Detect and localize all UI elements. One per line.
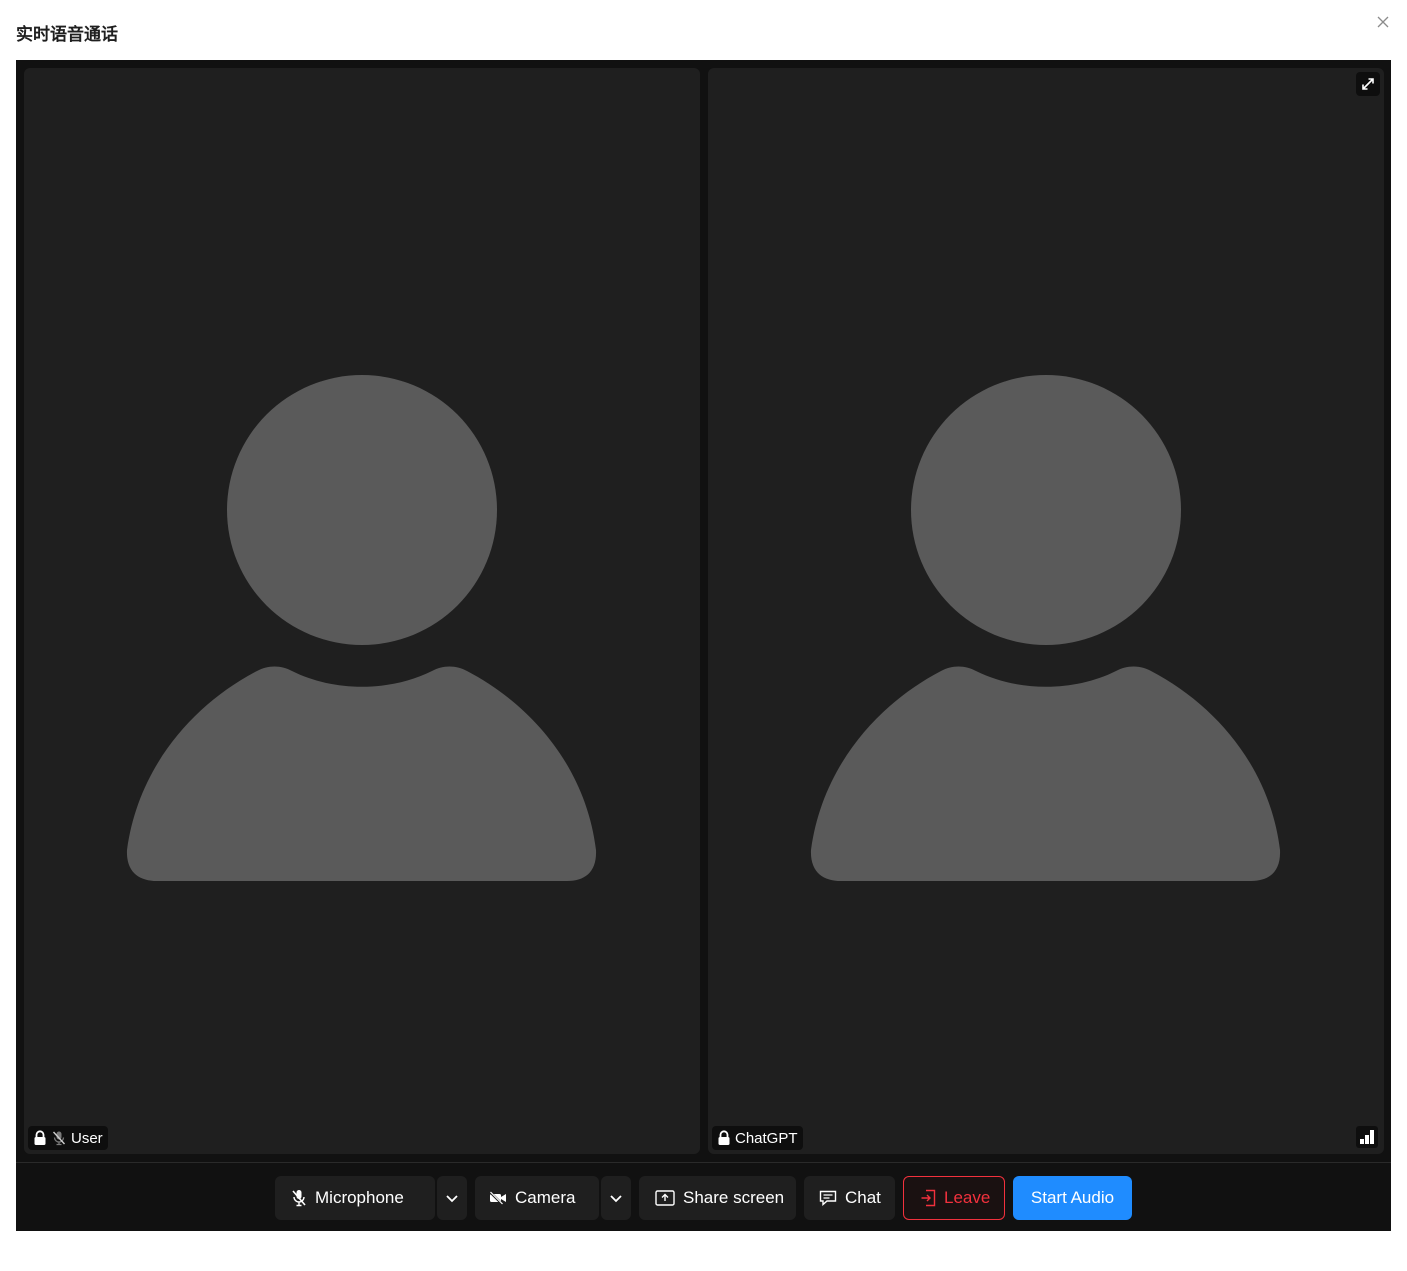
microphone-button[interactable]: Microphone [275,1176,435,1220]
camera-off-icon [489,1191,506,1205]
focus-toggle-button[interactable] [1356,72,1380,96]
leave-label: Leave [944,1188,991,1207]
participant-metadata: ChatGPT [712,1126,803,1150]
video-conference-room: User ChatGPT Microphone Camera Share scr… [16,60,1391,1231]
microphone-label: Microphone [315,1188,404,1207]
lock-icon [718,1130,730,1145]
leave-button[interactable]: Leave [903,1176,1005,1220]
chevron-down-icon [610,1195,622,1203]
microphone-device-menu-button[interactable] [437,1176,467,1220]
leave-icon [921,1189,936,1207]
connection-quality-icon [1360,1130,1374,1144]
participant-name: User [71,1129,103,1147]
share-screen-button[interactable]: Share screen [639,1176,796,1220]
connection-quality-indicator [1356,1126,1378,1148]
microphone-off-icon [52,1131,66,1146]
lock-icon [34,1130,46,1145]
participant-name: ChatGPT [735,1129,798,1147]
camera-button[interactable]: Camera [475,1176,599,1220]
chat-label: Chat [845,1188,881,1207]
microphone-off-icon [292,1190,306,1207]
control-bar: Microphone Camera Share screen Chat Leav… [16,1162,1391,1231]
chevron-down-icon [446,1195,458,1203]
microphone-control-group: Microphone [275,1176,467,1220]
avatar-placeholder-icon [126,375,597,881]
chat-button[interactable]: Chat [804,1176,895,1220]
camera-control-group: Camera [475,1176,631,1220]
camera-label: Camera [515,1188,576,1207]
participant-tile-chatgpt[interactable]: ChatGPT [708,68,1384,1154]
participant-metadata: User [28,1126,108,1150]
start-audio-label: Start Audio [1030,1188,1115,1207]
camera-device-menu-button[interactable] [601,1176,631,1220]
modal-title: 实时语音通话 [16,25,118,45]
expand-icon [1362,78,1374,90]
start-audio-button[interactable]: Start Audio [1013,1176,1132,1220]
screen-share-icon [655,1190,675,1206]
avatar-placeholder-icon [810,375,1281,881]
close-button[interactable] [1373,12,1393,32]
participant-tile-user[interactable]: User [24,68,700,1154]
chat-icon [819,1190,837,1206]
share-screen-label: Share screen [683,1188,785,1207]
close-icon [1377,16,1389,28]
